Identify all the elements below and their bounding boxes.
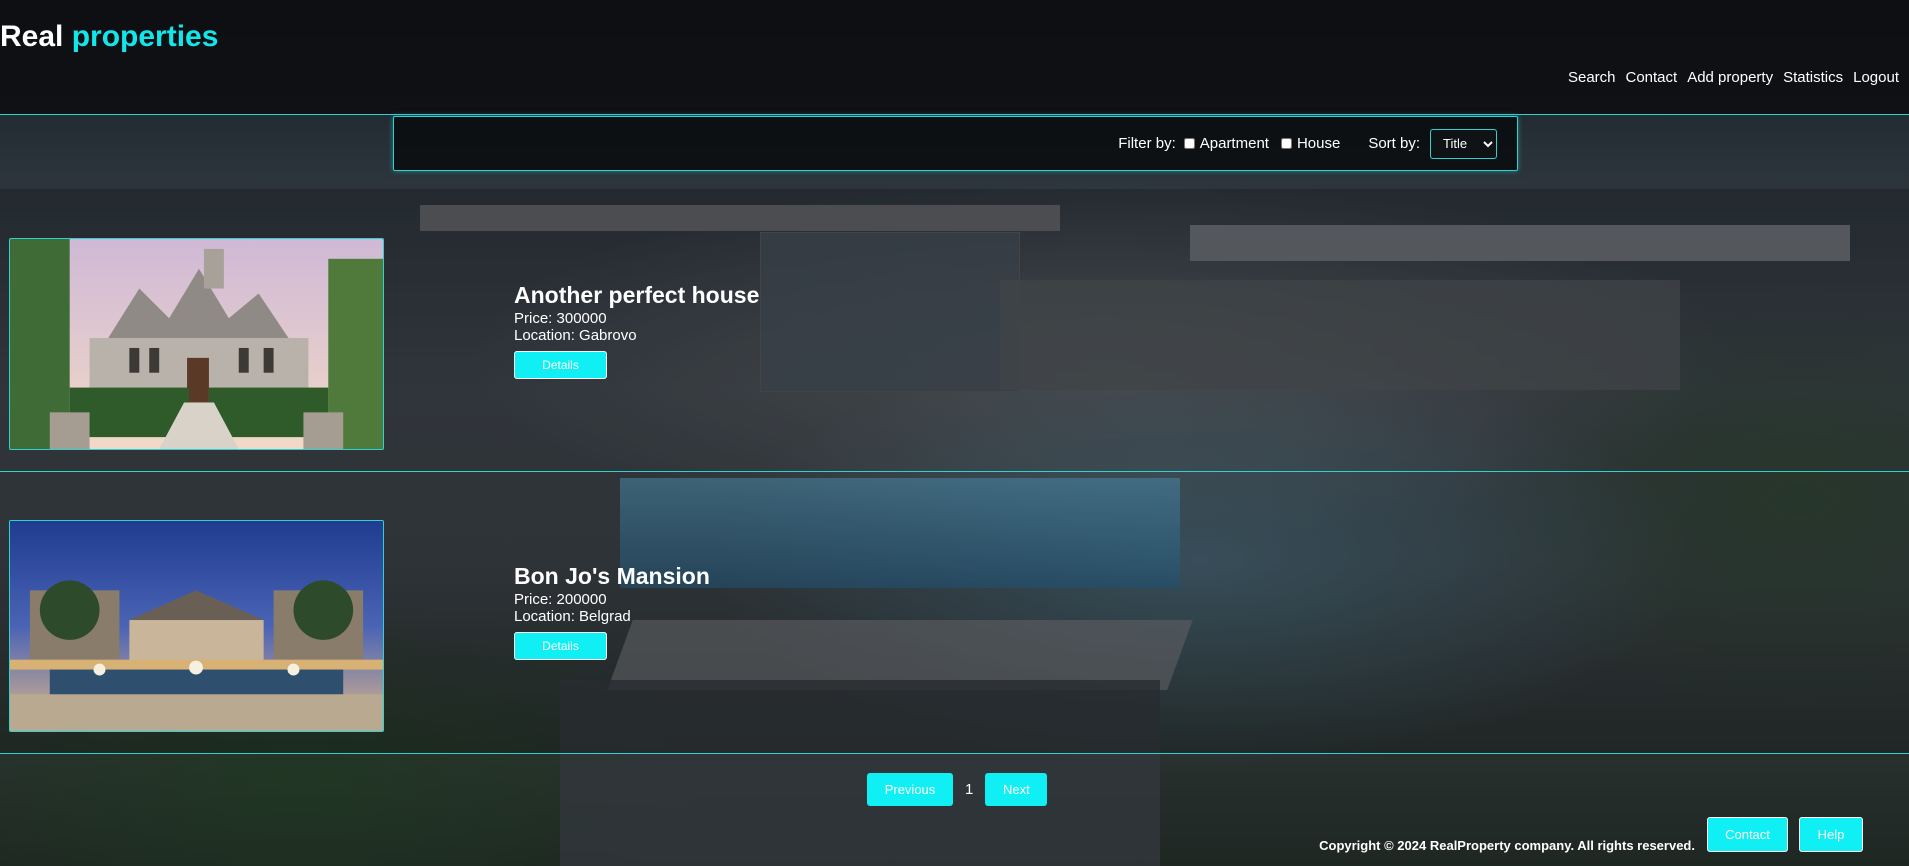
house-label: House <box>1296 135 1341 152</box>
previous-button[interactable]: Previous <box>867 773 953 806</box>
sort-select[interactable]: Title <box>1430 128 1497 159</box>
property-info: Bon Jo's Mansion Price: 200000 Location:… <box>514 563 710 660</box>
filter-apartment: Apartment <box>1183 135 1269 152</box>
main-nav: Search Contact Add property Statistics L… <box>1568 69 1899 86</box>
nav-contact[interactable]: Contact <box>1626 69 1678 86</box>
apartment-label: Apartment <box>1199 135 1269 152</box>
property-card: Bon Jo's Mansion Price: 200000 Location:… <box>0 472 1909 754</box>
property-price: Price: 300000 <box>514 310 607 327</box>
filter-house: House <box>1280 135 1341 152</box>
logo-accent: properties <box>71 20 219 53</box>
current-page: 1 <box>965 781 974 798</box>
site-logo[interactable]: Real properties <box>0 20 218 54</box>
next-button[interactable]: Next <box>985 773 1048 806</box>
filter-label: Filter by: <box>1118 135 1176 152</box>
sort-label: Sort by: <box>1368 135 1420 152</box>
site-footer: Copyright © 2024 RealProperty company. A… <box>0 816 1909 866</box>
property-info: Another perfect house Price: 300000 Loca… <box>514 282 759 379</box>
property-title: Another perfect house <box>514 282 760 308</box>
nav-logout[interactable]: Logout <box>1853 69 1899 86</box>
nav-search[interactable]: Search <box>1568 69 1616 86</box>
logo-main: Real <box>0 20 64 53</box>
details-button[interactable]: Details <box>514 351 607 379</box>
filter-bar: Filter by: Apartment House Sort by: Titl… <box>393 116 1518 171</box>
property-card: Another perfect house Price: 300000 Loca… <box>0 189 1909 472</box>
property-image[interactable] <box>9 238 384 450</box>
copyright-text: Copyright © 2024 RealProperty company. A… <box>1319 838 1695 853</box>
property-title: Bon Jo's Mansion <box>514 563 710 589</box>
mansion-image <box>10 239 383 449</box>
footer-help-button[interactable]: Help <box>1799 817 1863 852</box>
pagination: Previous 1 Next <box>867 773 1048 806</box>
mansion-image <box>10 521 383 731</box>
nav-add-property[interactable]: Add property <box>1687 69 1773 86</box>
apartment-checkbox[interactable] <box>1183 138 1195 149</box>
nav-statistics[interactable]: Statistics <box>1783 69 1843 86</box>
property-location: Location: Belgrad <box>514 608 631 625</box>
property-price: Price: 200000 <box>514 591 607 608</box>
house-checkbox[interactable] <box>1280 138 1292 149</box>
property-image[interactable] <box>9 520 384 732</box>
footer-contact-button[interactable]: Contact <box>1707 817 1788 852</box>
property-location: Location: Gabrovo <box>514 327 637 344</box>
site-header: Real properties Search Contact Add prope… <box>0 0 1909 115</box>
details-button[interactable]: Details <box>514 632 607 660</box>
